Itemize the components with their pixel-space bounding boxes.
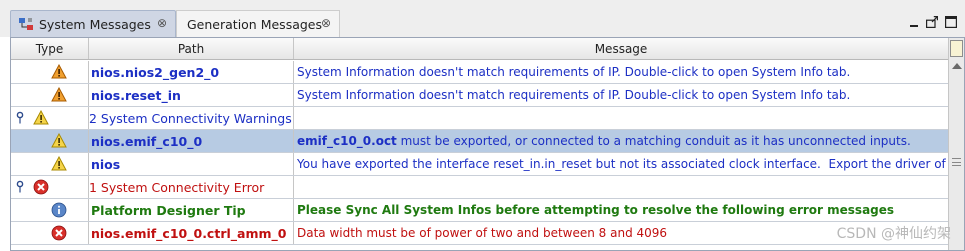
warning-triangle-icon xyxy=(51,133,67,148)
row-message: System Information doesn't match require… xyxy=(294,84,949,106)
table-row[interactable]: nios You have exported the interface res… xyxy=(11,153,949,176)
scroll-thumb[interactable] xyxy=(952,158,961,166)
row-path: nios.emif_c10_0 xyxy=(89,130,294,152)
detach-icon[interactable] xyxy=(926,16,938,28)
warning-triangle-icon xyxy=(51,87,67,102)
row-path: Platform Designer Tip xyxy=(89,199,294,221)
pin-icon[interactable] xyxy=(16,180,24,194)
row-path: nios.nios2_gen2_0 xyxy=(89,61,294,83)
group-label: 1 System Connectivity Error xyxy=(89,179,265,195)
group-label: 2 System Connectivity Warnings xyxy=(89,110,292,126)
column-chooser-icon[interactable] xyxy=(950,40,963,57)
maximize-icon[interactable] xyxy=(945,16,957,28)
window-controls xyxy=(909,16,957,28)
column-header-path[interactable]: Path xyxy=(89,38,294,59)
column-header-type[interactable]: Type xyxy=(11,38,89,59)
vertical-scrollbar[interactable] xyxy=(948,38,964,250)
close-tab-icon[interactable]: ⊗ xyxy=(321,16,331,30)
message-bold-part: emif_c10_0.oct xyxy=(297,134,397,148)
tab-label: Generation Messages xyxy=(187,16,323,32)
warning-triangle-icon xyxy=(33,110,49,125)
row-message: emif_c10_0.oct must be exported, or conn… xyxy=(294,130,949,152)
scroll-up-icon[interactable] xyxy=(952,63,962,69)
tab-system-messages[interactable]: System Messages ⊗ xyxy=(10,10,176,37)
info-circle-icon xyxy=(51,202,67,218)
message-rows: nios.nios2_gen2_0 System Information doe… xyxy=(11,61,949,245)
tab-label: System Messages xyxy=(39,16,151,32)
error-circle-icon xyxy=(51,225,67,241)
table-row[interactable]: Platform Designer Tip Please Sync All Sy… xyxy=(11,199,949,222)
column-header-message[interactable]: Message xyxy=(294,38,949,59)
pin-icon[interactable] xyxy=(16,111,24,125)
row-message: You have exported the interface reset_in… xyxy=(294,153,949,175)
row-path: nios.reset_in xyxy=(89,84,294,106)
error-group-row[interactable]: 1 System Connectivity Error xyxy=(11,176,949,199)
tab-bar: System Messages ⊗ Generation Messages ⊗ xyxy=(0,0,965,37)
table-row[interactable]: nios.nios2_gen2_0 System Information doe… xyxy=(11,61,949,84)
table-row[interactable]: nios.emif_c10_0 emif_c10_0.oct must be e… xyxy=(11,130,949,153)
message-rest: must be exported, or connected to a matc… xyxy=(396,134,911,148)
warning-triangle-icon xyxy=(51,64,67,79)
tab-generation-messages[interactable]: Generation Messages ⊗ xyxy=(176,10,340,37)
close-tab-icon[interactable]: ⊗ xyxy=(157,16,167,30)
messages-panel: Type Path Message nios.nios2_gen2_0 Syst… xyxy=(10,37,965,251)
row-path: nios xyxy=(89,153,294,175)
table-header: Type Path Message xyxy=(11,38,949,60)
minimize-icon[interactable] xyxy=(909,18,919,28)
row-path: nios.emif_c10_0.ctrl_amm_0 xyxy=(89,222,294,244)
system-messages-icon xyxy=(19,18,33,30)
row-message: System Information doesn't match require… xyxy=(294,61,949,83)
warning-group-row[interactable]: 2 System Connectivity Warnings xyxy=(11,107,949,130)
watermark: CSDN @神仙约架 xyxy=(836,226,951,242)
row-message: Please Sync All System Infos before atte… xyxy=(294,199,949,221)
error-circle-icon xyxy=(33,179,49,195)
warning-triangle-icon xyxy=(51,156,67,171)
table-row[interactable]: nios.emif_c10_0.ctrl_amm_0 Data width mu… xyxy=(11,222,949,245)
table-row[interactable]: nios.reset_in System Information doesn't… xyxy=(11,84,949,107)
